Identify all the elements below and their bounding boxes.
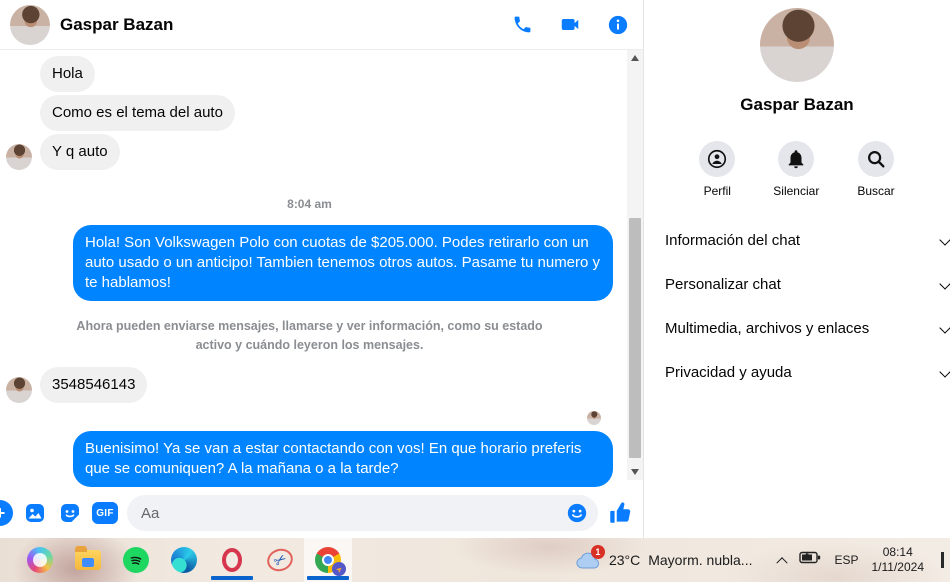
info-icon[interactable] [607, 14, 629, 36]
sent-message-bubble[interactable]: Buenisimo! Ya se van a estar contactando… [73, 431, 613, 487]
messenger-window: Gaspar Bazan Hola [0, 0, 950, 582]
gif-icon[interactable]: GIF [92, 502, 118, 524]
plus-icon[interactable]: + [0, 500, 13, 526]
clock[interactable]: 08:14 1/11/2024 [872, 545, 925, 575]
received-message-bubble[interactable]: 3548546143 [40, 367, 147, 403]
active-app-indicator [211, 576, 253, 580]
show-desktop-divider[interactable] [941, 552, 944, 568]
notification-badge: 1 [591, 545, 605, 559]
message-composer: + GIF [0, 488, 643, 538]
time-label: 08:14 [872, 545, 925, 560]
search-button[interactable]: Buscar [857, 141, 894, 198]
mute-bell-icon[interactable] [778, 141, 814, 177]
received-message-bubble[interactable]: Y q auto [40, 134, 120, 170]
temperature-label: 23°C [609, 552, 640, 568]
sent-message-bubble[interactable]: Hola! Son Volkswagen Polo con cuotas de … [73, 225, 613, 301]
scrollbar-thumb[interactable] [629, 218, 641, 458]
image-icon[interactable] [22, 500, 48, 526]
mute-button-label: Silenciar [773, 184, 819, 198]
windows-taskbar: ✂ ➤ 1 23°C Mayorm. nubla... [0, 538, 950, 582]
seen-avatar [587, 411, 601, 425]
message-row: Buenisimo! Ya se van a estar contactando… [6, 431, 613, 487]
avatar[interactable] [6, 377, 32, 403]
section-privacy-help[interactable]: Privacidad y ayuda [665, 350, 950, 394]
system-tray: 1 23°C Mayorm. nubla... ESP 08:14 1/11/2… [575, 538, 950, 582]
active-app-indicator [307, 576, 349, 580]
weather-condition-label: Mayorm. nubla... [648, 552, 752, 568]
chat-header: Gaspar Bazan [0, 0, 643, 50]
mute-button[interactable]: Silenciar [773, 141, 819, 198]
scrollbar-track[interactable] [627, 66, 643, 464]
phone-icon[interactable] [511, 14, 533, 36]
taskbar-opera-icon[interactable] [208, 538, 256, 582]
message-input-pill[interactable] [127, 495, 598, 531]
date-label: 1/11/2024 [872, 560, 925, 575]
chat-settings-sections: Información del chat Personalizar chat M… [644, 218, 950, 394]
avatar[interactable] [10, 5, 50, 45]
received-message-bubble[interactable]: Hola [40, 56, 95, 92]
chevron-down-icon [939, 278, 950, 289]
sticker-icon[interactable] [57, 500, 83, 526]
section-chat-info[interactable]: Información del chat [665, 218, 950, 262]
message-row: 3548546143 [6, 367, 613, 403]
video-call-icon[interactable] [559, 14, 581, 36]
show-hidden-icons-icon[interactable] [777, 557, 788, 568]
taskbar-apps: ✂ ➤ [16, 538, 352, 582]
chat-scrollbar[interactable] [627, 50, 643, 480]
taskbar-edge-icon[interactable] [160, 538, 208, 582]
weather-cloud-icon: 1 [575, 549, 601, 571]
message-row: Hola! Son Volkswagen Polo con cuotas de … [6, 225, 613, 301]
taskbar-chrome-icon[interactable]: ➤ [304, 538, 352, 582]
taskbar-file-explorer-icon[interactable] [64, 538, 112, 582]
chat-details-panel: Gaspar Bazan Perfil Silenciar [644, 0, 950, 538]
search-icon[interactable] [858, 141, 894, 177]
profile-button-label: Perfil [704, 184, 731, 198]
battery-icon[interactable] [799, 551, 821, 569]
system-notice: Ahora pueden enviarse mensajes, llamarse… [75, 317, 545, 355]
section-media-files-links[interactable]: Multimedia, archivos y enlaces [665, 306, 950, 350]
profile-button[interactable]: Perfil [699, 141, 735, 198]
profile-avatar[interactable] [760, 8, 834, 82]
language-indicator[interactable]: ESP [834, 553, 858, 567]
thumbs-up-icon[interactable] [607, 500, 633, 526]
message-row: Como es el tema del auto [6, 95, 613, 131]
chevron-down-icon [939, 322, 950, 333]
profile-icon[interactable] [699, 141, 735, 177]
message-input[interactable] [141, 505, 564, 522]
profile-name: Gaspar Bazan [740, 95, 853, 115]
message-row: Y q auto [6, 134, 613, 170]
weather-widget[interactable]: 1 23°C Mayorm. nubla... [575, 549, 753, 571]
section-customize-chat[interactable]: Personalizar chat [665, 262, 950, 306]
seen-indicator [6, 411, 613, 425]
taskbar-spotify-icon[interactable] [112, 538, 160, 582]
chat-column: Gaspar Bazan Hola [0, 0, 644, 538]
scroll-up-arrow-icon[interactable] [627, 50, 643, 66]
chevron-down-icon [939, 366, 950, 377]
chevron-down-icon [939, 234, 950, 245]
received-message-bubble[interactable]: Como es el tema del auto [40, 95, 235, 131]
message-row: Hola [6, 56, 613, 92]
chat-title[interactable]: Gaspar Bazan [60, 15, 173, 35]
taskbar-snipping-tool-icon[interactable]: ✂ [256, 538, 304, 582]
timestamp: 8:04 am [6, 197, 613, 211]
taskbar-copilot-icon[interactable] [16, 538, 64, 582]
chrome-profile-badge-icon: ➤ [332, 562, 346, 576]
search-button-label: Buscar [857, 184, 894, 198]
avatar[interactable] [6, 144, 32, 170]
message-list[interactable]: Hola Como es el tema del auto Y q auto 8… [0, 50, 643, 488]
emoji-icon[interactable] [564, 500, 590, 526]
profile-actions: Perfil Silenciar Buscar [699, 141, 894, 198]
scroll-down-arrow-icon[interactable] [627, 464, 643, 480]
